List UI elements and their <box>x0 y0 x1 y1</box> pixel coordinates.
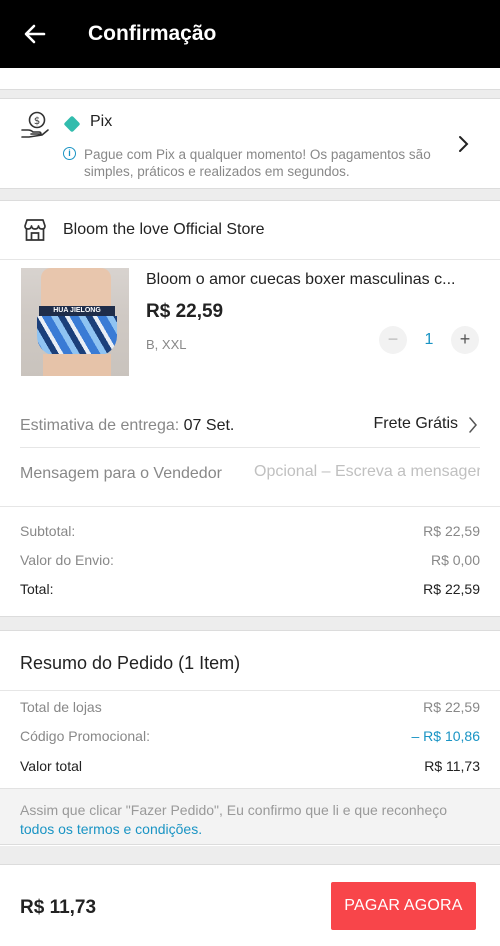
svg-text:$: $ <box>34 116 40 127</box>
shipping-option[interactable]: Frete Grátis <box>374 415 458 433</box>
chevron-right-icon <box>469 417 477 433</box>
payment-method-card[interactable]: $ Pix i Pague com Pix a qualquer momento… <box>0 98 500 189</box>
product-variant: B, XXL <box>146 337 187 352</box>
seller-message-row: Mensagem para o Vendedor <box>20 463 480 487</box>
quantity-value: 1 <box>424 331 434 348</box>
checkout-bar: R$ 11,73 PAGAR AGORA <box>0 864 500 946</box>
pay-now-button[interactable]: PAGAR AGORA <box>331 882 476 930</box>
stores-total-value: R$ 22,59 <box>423 699 480 715</box>
terms-link[interactable]: todos os termos e condições. <box>20 821 202 837</box>
subtotal-value: R$ 22,59 <box>423 523 480 539</box>
divider <box>0 506 500 507</box>
quantity-decrease-button[interactable]: − <box>379 326 407 354</box>
store-order-card: Bloom the love Official Store HUA JIELON… <box>0 200 500 617</box>
terms-text: Assim que clicar "Fazer Pedido", Eu conf… <box>20 801 480 839</box>
back-button[interactable] <box>0 0 70 68</box>
payment-description: Pague com Pix a qualquer momento! Os pag… <box>84 147 431 179</box>
seller-message-input[interactable] <box>254 463 480 481</box>
grand-total-value: R$ 11,73 <box>424 758 480 774</box>
delivery-date: 07 Set. <box>183 417 235 434</box>
quantity-increase-button[interactable]: + <box>451 326 479 354</box>
checkout-total: R$ 11,73 <box>20 897 97 918</box>
stores-total-label: Total de lojas <box>20 699 102 715</box>
terms-statement: Assim que clicar "Fazer Pedido", Eu conf… <box>20 802 448 818</box>
product-price: R$ 22,59 <box>146 301 224 322</box>
top-bar: Confirmação <box>0 0 500 68</box>
product-image-brand: HUA JIELONG <box>39 306 115 316</box>
shipping-cost-label: Valor do Envio: <box>20 552 114 568</box>
pix-icon <box>63 115 81 133</box>
store-total-label: Total: <box>20 581 54 597</box>
chevron-right-icon <box>459 136 469 152</box>
divider <box>20 447 480 448</box>
delivery-estimate-label: Estimativa de entrega: <box>20 417 180 434</box>
store-total-value: R$ 22,59 <box>423 581 480 597</box>
payment-method-label: Pix <box>90 113 113 130</box>
delivery-row[interactable]: Estimativa de entrega: 07 Set. Frete Grá… <box>20 414 480 438</box>
promo-code-label: Código Promocional: <box>20 728 150 744</box>
delivery-label: Estimativa de entrega: 07 Set. <box>20 417 234 435</box>
seller-message-label: Mensagem para o Vendedor <box>20 465 222 482</box>
store-icon <box>24 219 46 241</box>
store-name[interactable]: Bloom the love Official Store <box>63 221 265 239</box>
info-icon: i <box>63 147 76 160</box>
page-title: Confirmação <box>88 22 217 45</box>
product-image[interactable]: HUA JIELONG <box>21 268 129 376</box>
grand-total-label: Valor total <box>20 758 82 774</box>
order-summary-title: Resumo do Pedido (1 Item) <box>20 653 241 673</box>
top-spacer <box>0 68 500 90</box>
promo-code-value: – R$ 10,86 <box>411 728 481 744</box>
divider <box>0 259 500 260</box>
divider <box>0 690 500 691</box>
hand-coin-icon: $ <box>21 111 49 138</box>
subtotal-label: Subtotal: <box>20 523 76 539</box>
product-title[interactable]: Bloom o amor cuecas boxer masculinas c..… <box>146 271 481 289</box>
arrow-left-icon <box>24 24 46 44</box>
shipping-cost-value: R$ 0,00 <box>430 552 480 568</box>
terms-notice: Assim que clicar "Fazer Pedido", Eu conf… <box>0 788 500 845</box>
